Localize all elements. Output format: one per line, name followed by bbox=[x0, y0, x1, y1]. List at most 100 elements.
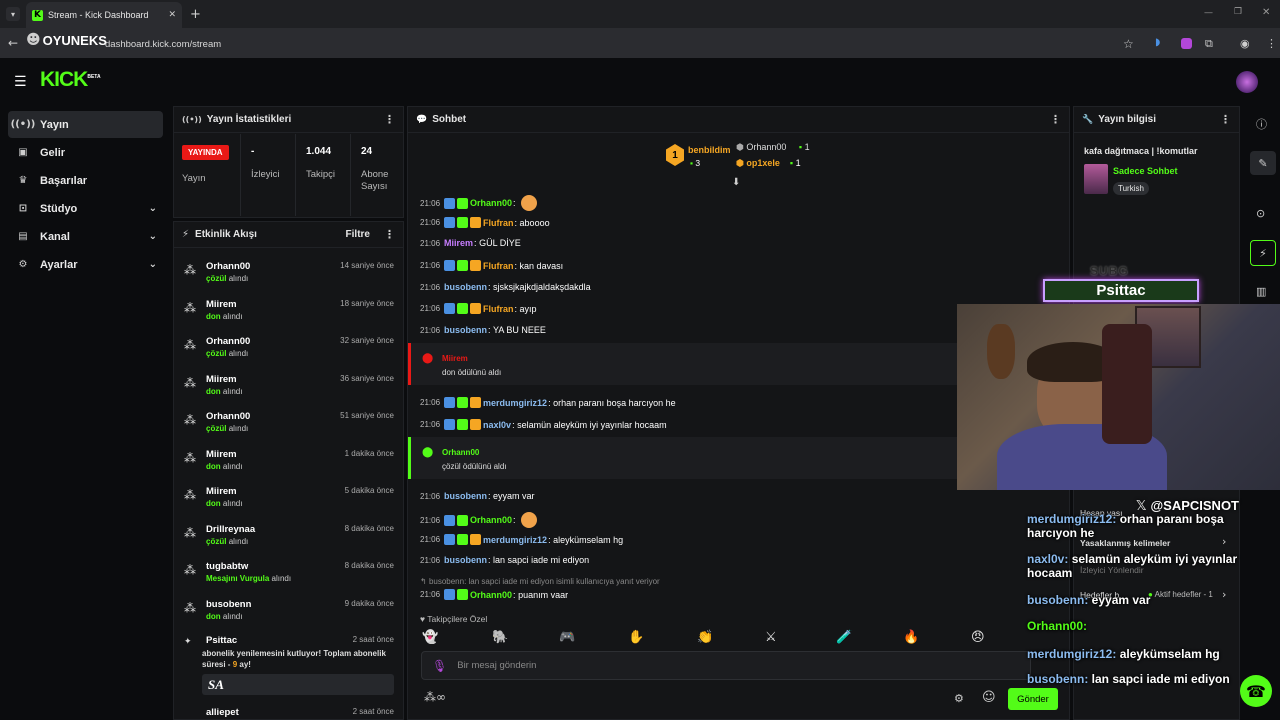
trophy-icon: ♛ bbox=[18, 175, 28, 186]
back-icon[interactable]: ← bbox=[8, 36, 18, 50]
chat-message[interactable]: 21:06 Orhann00: bbox=[420, 195, 538, 211]
capture-icon[interactable]: ⊙ bbox=[1256, 207, 1265, 220]
user-badge-icon bbox=[457, 419, 469, 430]
activity-item[interactable]: alliepet 2 saat önce bbox=[174, 703, 404, 720]
more-options-icon[interactable]: ⋮ bbox=[384, 228, 395, 241]
extension-translate-icon[interactable]: ◗ bbox=[1155, 37, 1160, 48]
tab-search-icon[interactable]: ▾ bbox=[6, 7, 20, 21]
activity-item[interactable]: ⁂ Orhann00 14 saniye önce çözül alındı bbox=[174, 257, 404, 294]
hamburger-menu-icon[interactable]: ☰ bbox=[14, 74, 27, 90]
send-button[interactable]: Gönder bbox=[1008, 688, 1058, 710]
reward-points-icon: ⁂ bbox=[184, 600, 196, 615]
sub-activity-item[interactable]: ✦ Psittac 2 saat önce abonelik yenilemes… bbox=[174, 631, 404, 701]
lightning-toggle-icon[interactable]: ⚡ bbox=[1250, 240, 1276, 266]
user-badge-icon bbox=[444, 303, 456, 314]
collapse-pinned-icon[interactable]: ⬇ bbox=[732, 177, 740, 188]
user-badge-icon bbox=[470, 303, 482, 314]
chat-message[interactable]: 21:06 Miirem: GÜL DİYE bbox=[420, 238, 521, 248]
more-options-icon[interactable]: ⋮ bbox=[384, 113, 395, 126]
emoji-icon[interactable]: ⚔ bbox=[765, 630, 777, 645]
overlay-chat-line: merdumgiriz12: aleykümselam hg bbox=[1027, 647, 1220, 661]
activity-item[interactable]: ⁂ Miirem 5 dakika önce don alındı bbox=[174, 482, 404, 519]
top-gifter-3: ⬢ op1xele ▪ 1 bbox=[736, 158, 801, 168]
chat-message[interactable]: 21:06 naxl0v: selamün aleyküm iyi yayınla… bbox=[420, 419, 667, 430]
chat-message[interactable]: 21:06 busobenn: lan sapci iade mi ediyon bbox=[420, 555, 589, 565]
activity-item[interactable]: ⁂ busobenn 9 dakika önce don alındı bbox=[174, 595, 404, 632]
emoji-icon[interactable]: 🔥 bbox=[903, 630, 919, 645]
info-icon[interactable]: ⓘ bbox=[1256, 116, 1267, 132]
points-infinity-icon[interactable]: ⁂∞ bbox=[424, 690, 446, 704]
user-badge-icon bbox=[444, 217, 456, 228]
sidebar-item-ayarlar[interactable]: ⚙ Ayarlar ⌄ bbox=[8, 251, 163, 278]
stat-viewers: - İzleyici bbox=[240, 134, 294, 216]
user-badge-icon bbox=[470, 534, 482, 545]
activity-item[interactable]: ⁂ tugbabtw 8 dakika önce Mesajını Vurgula a… bbox=[174, 557, 404, 594]
close-window-icon[interactable]: ✕ bbox=[1262, 7, 1270, 18]
emoji-icon[interactable]: 🐘 bbox=[492, 630, 508, 645]
close-tab-icon[interactable]: ✕ bbox=[168, 10, 176, 20]
new-tab-icon[interactable]: + bbox=[190, 7, 201, 22]
edit-pencil-icon[interactable]: ✎ bbox=[1250, 151, 1276, 175]
emoji-icon[interactable]: 👻 bbox=[422, 630, 438, 645]
url-field[interactable]: dashboard.kick.com/stream bbox=[96, 34, 1146, 54]
activity-item[interactable]: ⁂ Orhann00 32 saniye önce çözül alındı bbox=[174, 332, 404, 369]
emoji-icon[interactable]: ✋ bbox=[628, 630, 644, 645]
emoji-icon[interactable]: 🧪 bbox=[836, 630, 852, 645]
chat-settings-gear-icon[interactable]: ⚙ bbox=[954, 692, 964, 705]
profile-icon[interactable]: ◉ bbox=[1240, 37, 1250, 50]
activity-title: Etkinlik Akışı bbox=[195, 229, 257, 240]
sidebar-item-studyo[interactable]: ⊡ Stüdyo ⌄ bbox=[8, 195, 163, 222]
chat-message[interactable]: 21:06 merdumgiriz12: orhan paranı boşa ha… bbox=[420, 397, 676, 408]
category-name[interactable]: Sadece Sohbet bbox=[1113, 166, 1178, 176]
activity-item[interactable]: ⁂ Miirem 36 saniye önce don alındı bbox=[174, 370, 404, 407]
emoji-icon[interactable]: 🎮 bbox=[559, 630, 575, 645]
extension-purple-icon[interactable] bbox=[1181, 38, 1192, 49]
sidebar-item-yayin[interactable]: ((•)) Yayın bbox=[8, 111, 163, 138]
top-gifter-1-count: ▪ 3 bbox=[690, 158, 701, 168]
webcam-video bbox=[957, 304, 1280, 490]
chat-message[interactable]: 21:06 Orhann00: puanım vaar bbox=[420, 589, 568, 600]
sidebar-item-kanal[interactable]: ▤ Kanal ⌄ bbox=[8, 223, 163, 250]
chat-message[interactable]: 21:06 Flufran: ayıp bbox=[420, 303, 537, 314]
sidebar-item-gelir[interactable]: ▣ Gelir bbox=[8, 139, 163, 166]
activity-item[interactable]: ⁂ Miirem 18 saniye önce don alındı bbox=[174, 295, 404, 332]
stats-title: Yayın İstatistikleri bbox=[206, 114, 292, 125]
sub-alert-label: SUBG bbox=[1090, 264, 1129, 278]
chat-message[interactable]: 21:06 merdumgiriz12: aleykümselam hg bbox=[420, 534, 623, 545]
reward-points-icon: ⁂ bbox=[184, 375, 196, 390]
activity-item[interactable]: ⁂ Miirem 1 dakika önce don alındı bbox=[174, 445, 404, 482]
minimize-icon[interactable]: — bbox=[1204, 8, 1213, 18]
extensions-puzzle-icon[interactable]: ⧉ bbox=[1205, 37, 1213, 51]
avatar[interactable] bbox=[1236, 71, 1258, 93]
browser-tab[interactable]: K Stream - Kick Dashboard ✕ bbox=[26, 2, 182, 28]
emoji-icon[interactable]: 👏 bbox=[697, 630, 713, 645]
user-badge-icon bbox=[470, 397, 482, 408]
gaming-chair-image bbox=[1102, 324, 1152, 444]
reward-points-icon: ⁂ bbox=[184, 488, 196, 502]
emote-picker-icon[interactable]: ☺ bbox=[982, 690, 996, 705]
activity-item[interactable]: ⁂ Orhann00 51 saniye önce çözül alındı bbox=[174, 407, 404, 444]
broadcast-icon: ((•)) bbox=[10, 119, 36, 130]
chat-message[interactable]: 21:06 Flufran: kan davası bbox=[420, 260, 563, 271]
document-icon[interactable]: ▥ bbox=[1256, 285, 1266, 298]
support-chat-icon[interactable]: ☎ bbox=[1240, 675, 1272, 707]
kick-logo[interactable]: KICKBETA bbox=[40, 68, 101, 92]
sidebar-item-basarilar[interactable]: ♛ Başarılar bbox=[8, 167, 163, 194]
activity-item[interactable]: ⁂ Drillreynaa 8 dakika önce çözül alındı bbox=[174, 520, 404, 557]
microphone-icon[interactable]: 🎙 bbox=[432, 659, 447, 673]
chat-message[interactable]: 21:06 busobenn: sjsksjkajkdjaldakşdakdla bbox=[420, 282, 591, 292]
chat-message[interactable]: 21:06 Flufran: aboooo bbox=[420, 217, 550, 228]
chat-message[interactable]: 21:06 busobenn: YA BU NEEE bbox=[420, 325, 546, 335]
bookmark-star-icon[interactable]: ☆ bbox=[1123, 37, 1134, 51]
more-options-icon[interactable]: ⋮ bbox=[1220, 113, 1231, 126]
more-options-icon[interactable]: ⋮ bbox=[1050, 113, 1061, 126]
user-badge-icon bbox=[444, 514, 456, 526]
maximize-icon[interactable]: ❐ bbox=[1234, 7, 1242, 17]
browser-menu-icon[interactable]: ⋮ bbox=[1266, 37, 1277, 50]
user-badge-icon bbox=[457, 303, 469, 314]
chat-message[interactable]: 21:06 busobenn: eyyam var bbox=[420, 491, 535, 501]
chat-message[interactable]: 21:06 Orhann00: bbox=[420, 512, 538, 528]
filter-button[interactable]: Filtre bbox=[346, 229, 370, 240]
chat-input[interactable]: 🎙 Bir mesaj gönderin bbox=[421, 651, 1031, 680]
emoji-icon[interactable]: 😠 bbox=[971, 630, 985, 645]
